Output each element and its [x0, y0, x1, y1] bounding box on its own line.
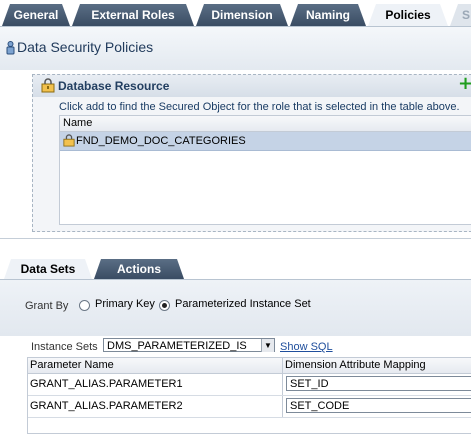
table-row: GRANT_ALIAS.PARAMETER2 SET_CODE: [28, 396, 471, 418]
policy-icon: [6, 41, 15, 58]
tab-naming[interactable]: Naming: [290, 4, 366, 26]
tab-actions[interactable]: Actions: [94, 259, 184, 279]
mapping-field[interactable]: SET_ID: [286, 376, 471, 391]
mapping-field[interactable]: SET_CODE: [286, 398, 471, 413]
resource-column-header[interactable]: Name: [60, 116, 471, 132]
database-resource-header: Database Resource +: [33, 75, 471, 97]
database-resource-box: Database Resource + Click add to find th…: [32, 74, 471, 232]
page-header: Data Security Policies: [0, 26, 471, 71]
grant-by-label: Grant By: [25, 300, 69, 312]
resource-table: Name FND_DEMO_DOC_CATEGORIES: [59, 115, 471, 225]
add-hint-text: Click add to find the Secured Object for…: [59, 101, 460, 113]
grant-by-panel: Grant By Primary Key Parameterized Insta…: [0, 279, 471, 336]
tab-policies[interactable]: Policies: [368, 4, 448, 26]
table-row[interactable]: FND_DEMO_DOC_CATEGORIES: [60, 132, 471, 151]
mapping-header[interactable]: Dimension Attribute Mapping: [285, 358, 426, 373]
parameters-table: Parameter Name Dimension Attribute Mappi…: [27, 357, 471, 434]
tab-data-sets[interactable]: Data Sets: [4, 259, 92, 279]
database-lock-icon: [63, 134, 75, 153]
instance-sets-select[interactable]: DMS_PARAMETERIZED_IS ▼: [103, 338, 275, 352]
tab-dimension[interactable]: Dimension: [196, 4, 288, 26]
tab-truncated[interactable]: S: [450, 4, 471, 26]
parameters-table-header: Parameter Name Dimension Attribute Mappi…: [28, 358, 471, 374]
parameterized-instance-set-label: Parameterized Instance Set: [175, 298, 311, 310]
parameter-name: GRANT_ALIAS.PARAMETER2: [30, 400, 183, 412]
primary-key-radio[interactable]: [79, 300, 90, 311]
tab-general[interactable]: General: [2, 4, 70, 26]
database-lock-icon: [41, 78, 55, 96]
database-resource-title: Database Resource: [58, 79, 170, 93]
tab-external-roles[interactable]: External Roles: [72, 4, 194, 26]
parameter-name-header[interactable]: Parameter Name: [30, 358, 114, 373]
top-tab-bar: General External Roles Dimension Naming …: [0, 0, 471, 26]
policies-panel: Database Resource + Click add to find th…: [0, 70, 471, 239]
instance-sets-value: DMS_PARAMETERIZED_IS: [107, 340, 247, 352]
plus-icon[interactable]: +: [458, 75, 471, 94]
resource-name: FND_DEMO_DOC_CATEGORIES: [76, 135, 246, 147]
page-title: Data Security Policies: [17, 39, 154, 55]
data-sets-section: Data Sets Actions Grant By Primary Key P…: [0, 239, 471, 434]
table-row: GRANT_ALIAS.PARAMETER1 SET_ID: [28, 374, 471, 396]
show-sql-link[interactable]: Show SQL: [280, 341, 333, 353]
parameterized-instance-set-radio[interactable]: [159, 300, 170, 311]
parameter-name: GRANT_ALIAS.PARAMETER1: [30, 378, 183, 390]
primary-key-label: Primary Key: [95, 298, 155, 310]
instance-sets-label: Instance Sets: [31, 341, 98, 353]
chevron-down-icon[interactable]: ▼: [261, 339, 274, 352]
